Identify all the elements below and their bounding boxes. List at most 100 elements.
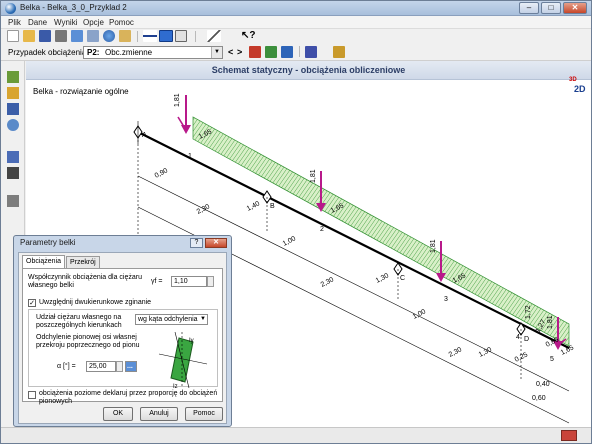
section-axis-y: Iy bbox=[189, 338, 194, 344]
node-label: 4 bbox=[516, 334, 520, 341]
tab-loads[interactable]: Obciążenia bbox=[22, 255, 66, 268]
section-view-icon[interactable] bbox=[175, 30, 187, 42]
deviation-symbol: α [°] = bbox=[57, 363, 76, 370]
chevron-down-icon: ▼ bbox=[200, 316, 206, 322]
maximize-button[interactable]: □ bbox=[541, 2, 561, 14]
dialog-body: Obciążenia Przekrój Współczynnik obciąże… bbox=[18, 252, 227, 424]
preview-icon[interactable] bbox=[71, 30, 83, 42]
menu-plik[interactable]: Plik bbox=[8, 18, 21, 27]
export-icon[interactable] bbox=[119, 30, 131, 42]
dialog-title-bar[interactable]: Parametry belki ? ✕ bbox=[14, 236, 231, 250]
span-tool-icon[interactable] bbox=[7, 87, 19, 99]
toolbar-separator bbox=[137, 31, 138, 42]
menu-wyniki[interactable]: Wyniki bbox=[54, 18, 77, 27]
load-case-code: P2: bbox=[87, 48, 100, 57]
support-label-c: C bbox=[400, 275, 405, 282]
load-case-name: Obc.zmienne bbox=[105, 48, 153, 57]
dimension-value: 1,30 bbox=[375, 272, 390, 284]
dimension-value: 1,30 bbox=[478, 346, 493, 358]
load-case-icon-1[interactable] bbox=[249, 46, 261, 58]
dimension-value: 1,00 bbox=[282, 235, 297, 247]
point-load-value: 1,81 bbox=[174, 93, 181, 107]
help-icon[interactable] bbox=[103, 30, 115, 42]
point-load-value: 1,81 bbox=[430, 239, 437, 253]
tab-section[interactable]: Przekrój bbox=[66, 256, 100, 268]
trash-icon[interactable] bbox=[7, 167, 19, 179]
prev-case-icon[interactable]: < bbox=[228, 47, 233, 57]
deviation-spinner[interactable] bbox=[116, 361, 123, 372]
deviation-label: Odchylenie pionowej osi własnej przekroj… bbox=[36, 334, 140, 349]
beam-view-icon[interactable] bbox=[143, 30, 157, 42]
context-help-icon[interactable]: ↖? bbox=[241, 30, 256, 42]
load-case-bar: Przypadek obciążenia P2: Obc.zmienne ▼ <… bbox=[1, 44, 591, 61]
beam-3d-view-icon[interactable] bbox=[159, 30, 173, 42]
load-case-select[interactable]: P2: Obc.zmienne ▼ bbox=[83, 46, 223, 59]
self-weight-factor-input[interactable]: 1,10 bbox=[171, 276, 207, 287]
node-label: 2 bbox=[320, 226, 324, 233]
load-case-icon-3[interactable] bbox=[281, 46, 293, 58]
horizontal-loads-checkbox[interactable] bbox=[28, 391, 36, 399]
help-button[interactable]: Pomoc bbox=[185, 407, 223, 421]
print-icon[interactable] bbox=[55, 30, 67, 42]
toolbar-separator bbox=[195, 31, 196, 42]
support-b bbox=[262, 190, 272, 231]
horizontal-loads-label: obciążenia poziome deklaruj przez propor… bbox=[39, 390, 218, 405]
dimension-value: 0,25 bbox=[514, 351, 529, 363]
loads-panel: Współczynnik obciążenia dla ciężaru włas… bbox=[22, 268, 223, 405]
status-bar bbox=[1, 427, 591, 443]
settings-icon[interactable] bbox=[87, 30, 99, 42]
combination-icon[interactable] bbox=[305, 46, 317, 58]
distributed-load-value: 1,65 bbox=[560, 344, 575, 356]
save-icon[interactable] bbox=[39, 30, 51, 42]
results-tool-icon[interactable] bbox=[7, 119, 19, 131]
biaxial-bending-checkbox[interactable]: ✓ bbox=[28, 299, 36, 307]
dimension-value: 1,40 bbox=[246, 200, 261, 212]
biaxial-group: Udział ciężaru własnego na poszczególnyc… bbox=[28, 309, 218, 388]
support-label-d: D bbox=[524, 336, 529, 343]
deviation-more-button[interactable]: ... bbox=[125, 361, 137, 372]
self-weight-symbol: γf = bbox=[151, 278, 163, 285]
weight-share-select[interactable]: wg kąta odchylenia ▼ bbox=[135, 314, 208, 325]
distributed-load-value: 1,72 bbox=[525, 305, 532, 319]
window-title: Belka - Belka_3_0_Przyklad 2 bbox=[20, 3, 127, 12]
close-button[interactable]: ✕ bbox=[563, 2, 587, 14]
support-tool-icon[interactable] bbox=[7, 71, 19, 83]
dimension-value: 2,30 bbox=[320, 276, 335, 288]
menu-opcje[interactable]: Opcje bbox=[83, 18, 104, 27]
ok-button[interactable]: OK bbox=[103, 407, 133, 421]
load-tool-icon[interactable] bbox=[7, 103, 19, 115]
biaxial-bending-label: Uwzględnij dwukierunkowe zginanie bbox=[39, 299, 152, 306]
table-icon[interactable] bbox=[7, 195, 19, 207]
support-label-a: A bbox=[142, 132, 147, 139]
deviation-angle-input[interactable]: 25,00 bbox=[86, 361, 116, 372]
dimension-value: 0,60 bbox=[532, 395, 546, 402]
node-label: 5 bbox=[550, 356, 554, 363]
load-scheme-icon[interactable] bbox=[207, 30, 221, 42]
support-c bbox=[393, 262, 403, 301]
dimension-value: 2,30 bbox=[196, 203, 211, 215]
self-weight-spinner[interactable] bbox=[207, 276, 214, 287]
dialog-close-button[interactable]: ✕ bbox=[205, 238, 227, 248]
node-label: 1 bbox=[188, 153, 192, 160]
chevron-down-icon: ▼ bbox=[211, 47, 222, 58]
next-case-icon[interactable]: > bbox=[237, 47, 242, 57]
section-axis-z: Iz bbox=[173, 384, 178, 388]
main-toolbar: ↖? bbox=[1, 29, 591, 44]
node-label: 3 bbox=[444, 296, 448, 303]
new-file-icon[interactable] bbox=[7, 30, 19, 42]
app-icon bbox=[5, 3, 16, 14]
menu-bar: Plik Dane Wyniki Opcje Pomoc bbox=[1, 16, 591, 29]
cancel-button[interactable]: Anuluj bbox=[140, 407, 178, 421]
dialog-help-button[interactable]: ? bbox=[190, 238, 203, 248]
envelope-icon[interactable] bbox=[333, 46, 345, 58]
menu-pomoc[interactable]: Pomoc bbox=[109, 18, 134, 27]
menu-dane[interactable]: Dane bbox=[28, 18, 47, 27]
title-bar: Belka - Belka_3_0_Przyklad 2 – □ ✕ bbox=[1, 1, 591, 16]
load-case-icon-2[interactable] bbox=[265, 46, 277, 58]
delete-load-icon[interactable] bbox=[7, 151, 19, 163]
weight-share-value: wg kąta odchylenia bbox=[138, 316, 198, 323]
dimension-value: 2,30 bbox=[448, 346, 463, 358]
open-folder-icon[interactable] bbox=[23, 30, 35, 42]
minimize-button[interactable]: – bbox=[519, 2, 539, 14]
self-weight-label: Współczynnik obciążenia dla ciężaru włas… bbox=[28, 274, 142, 289]
